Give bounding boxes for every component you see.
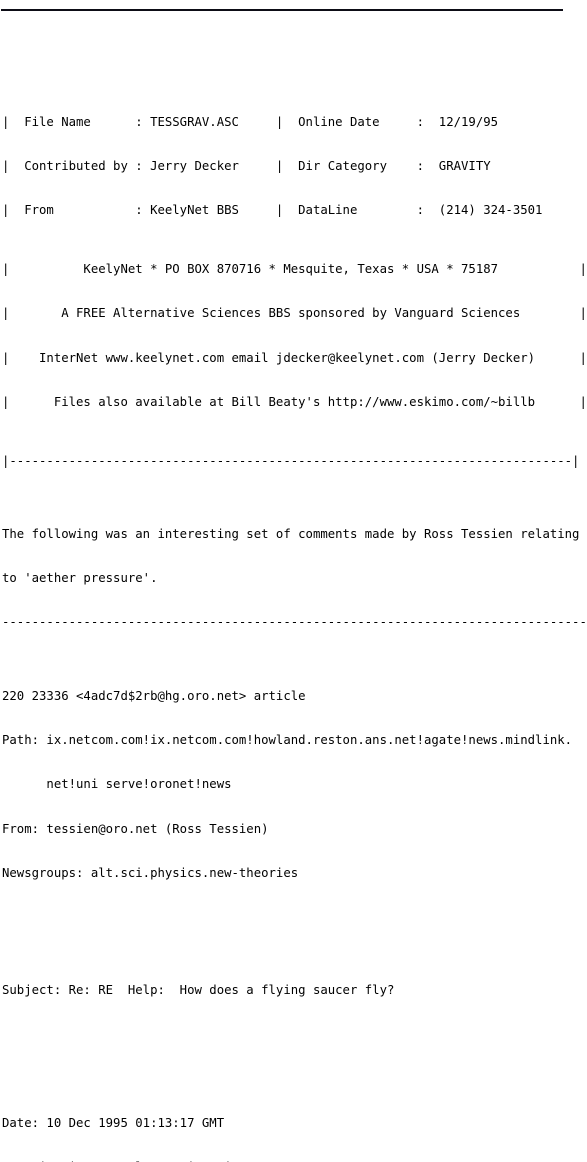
nntp-header-newsgroups: Newsgroups: alt.sci.physics.new-theories bbox=[2, 865, 299, 880]
banner-line-internet: | InterNet www.keelynet.com email jdecke… bbox=[2, 350, 587, 365]
banner-line-address: | KeelyNet * PO BOX 870716 * Mesquite, T… bbox=[2, 262, 587, 277]
nntp-status-line: 220 23336 <4adc7d$2rb@hg.oro.net> articl… bbox=[2, 689, 306, 704]
header-row-file-name: | File Name : TESSGRAV.ASC | Online Date… bbox=[2, 115, 587, 130]
spacer-after-subject bbox=[2, 1042, 585, 1057]
header-subject: Subject: Re: RE Help: How does a flying … bbox=[2, 983, 395, 998]
spacer-before-subject bbox=[2, 925, 585, 940]
banner-line-tagline: | A FREE Alternative Sciences BBS sponso… bbox=[2, 306, 587, 321]
banner-line-mirror: | Files also available at Bill Beaty's h… bbox=[2, 394, 587, 409]
text-content-pane[interactable]: | File Name : TESSGRAV.ASC | Online Date… bbox=[2, 8, 587, 1162]
nntp-header-path-cont: net!uni serve!oronet!news bbox=[2, 777, 232, 792]
header-date: Date: 10 Dec 1995 01:13:17 GMT bbox=[2, 1115, 225, 1130]
nntp-header-from: From: tessien@oro.net (Ross Tessien) bbox=[2, 821, 269, 836]
intro-line-2: to 'aether pressure'. bbox=[2, 571, 158, 586]
text-file-viewer: | File Name : TESSGRAV.ASC | Online Date… bbox=[0, 0, 587, 1162]
header-organization: Organization: Impulse Engineering, Inc. bbox=[2, 1160, 585, 1162]
intro-separator: ----------------------------------------… bbox=[2, 615, 587, 630]
header-box-bottom-rule: |---------------------------------------… bbox=[2, 453, 580, 468]
header-row-contributed: | Contributed by : Jerry Decker | Dir Ca… bbox=[2, 159, 587, 174]
intro-line-1: The following was an interesting set of … bbox=[2, 527, 580, 542]
top-spacer bbox=[2, 52, 585, 56]
nntp-header-path: Path: ix.netcom.com!ix.netcom.com!howlan… bbox=[2, 733, 573, 748]
header-row-from: | From : KeelyNet BBS | DataLine : (214)… bbox=[2, 203, 587, 218]
